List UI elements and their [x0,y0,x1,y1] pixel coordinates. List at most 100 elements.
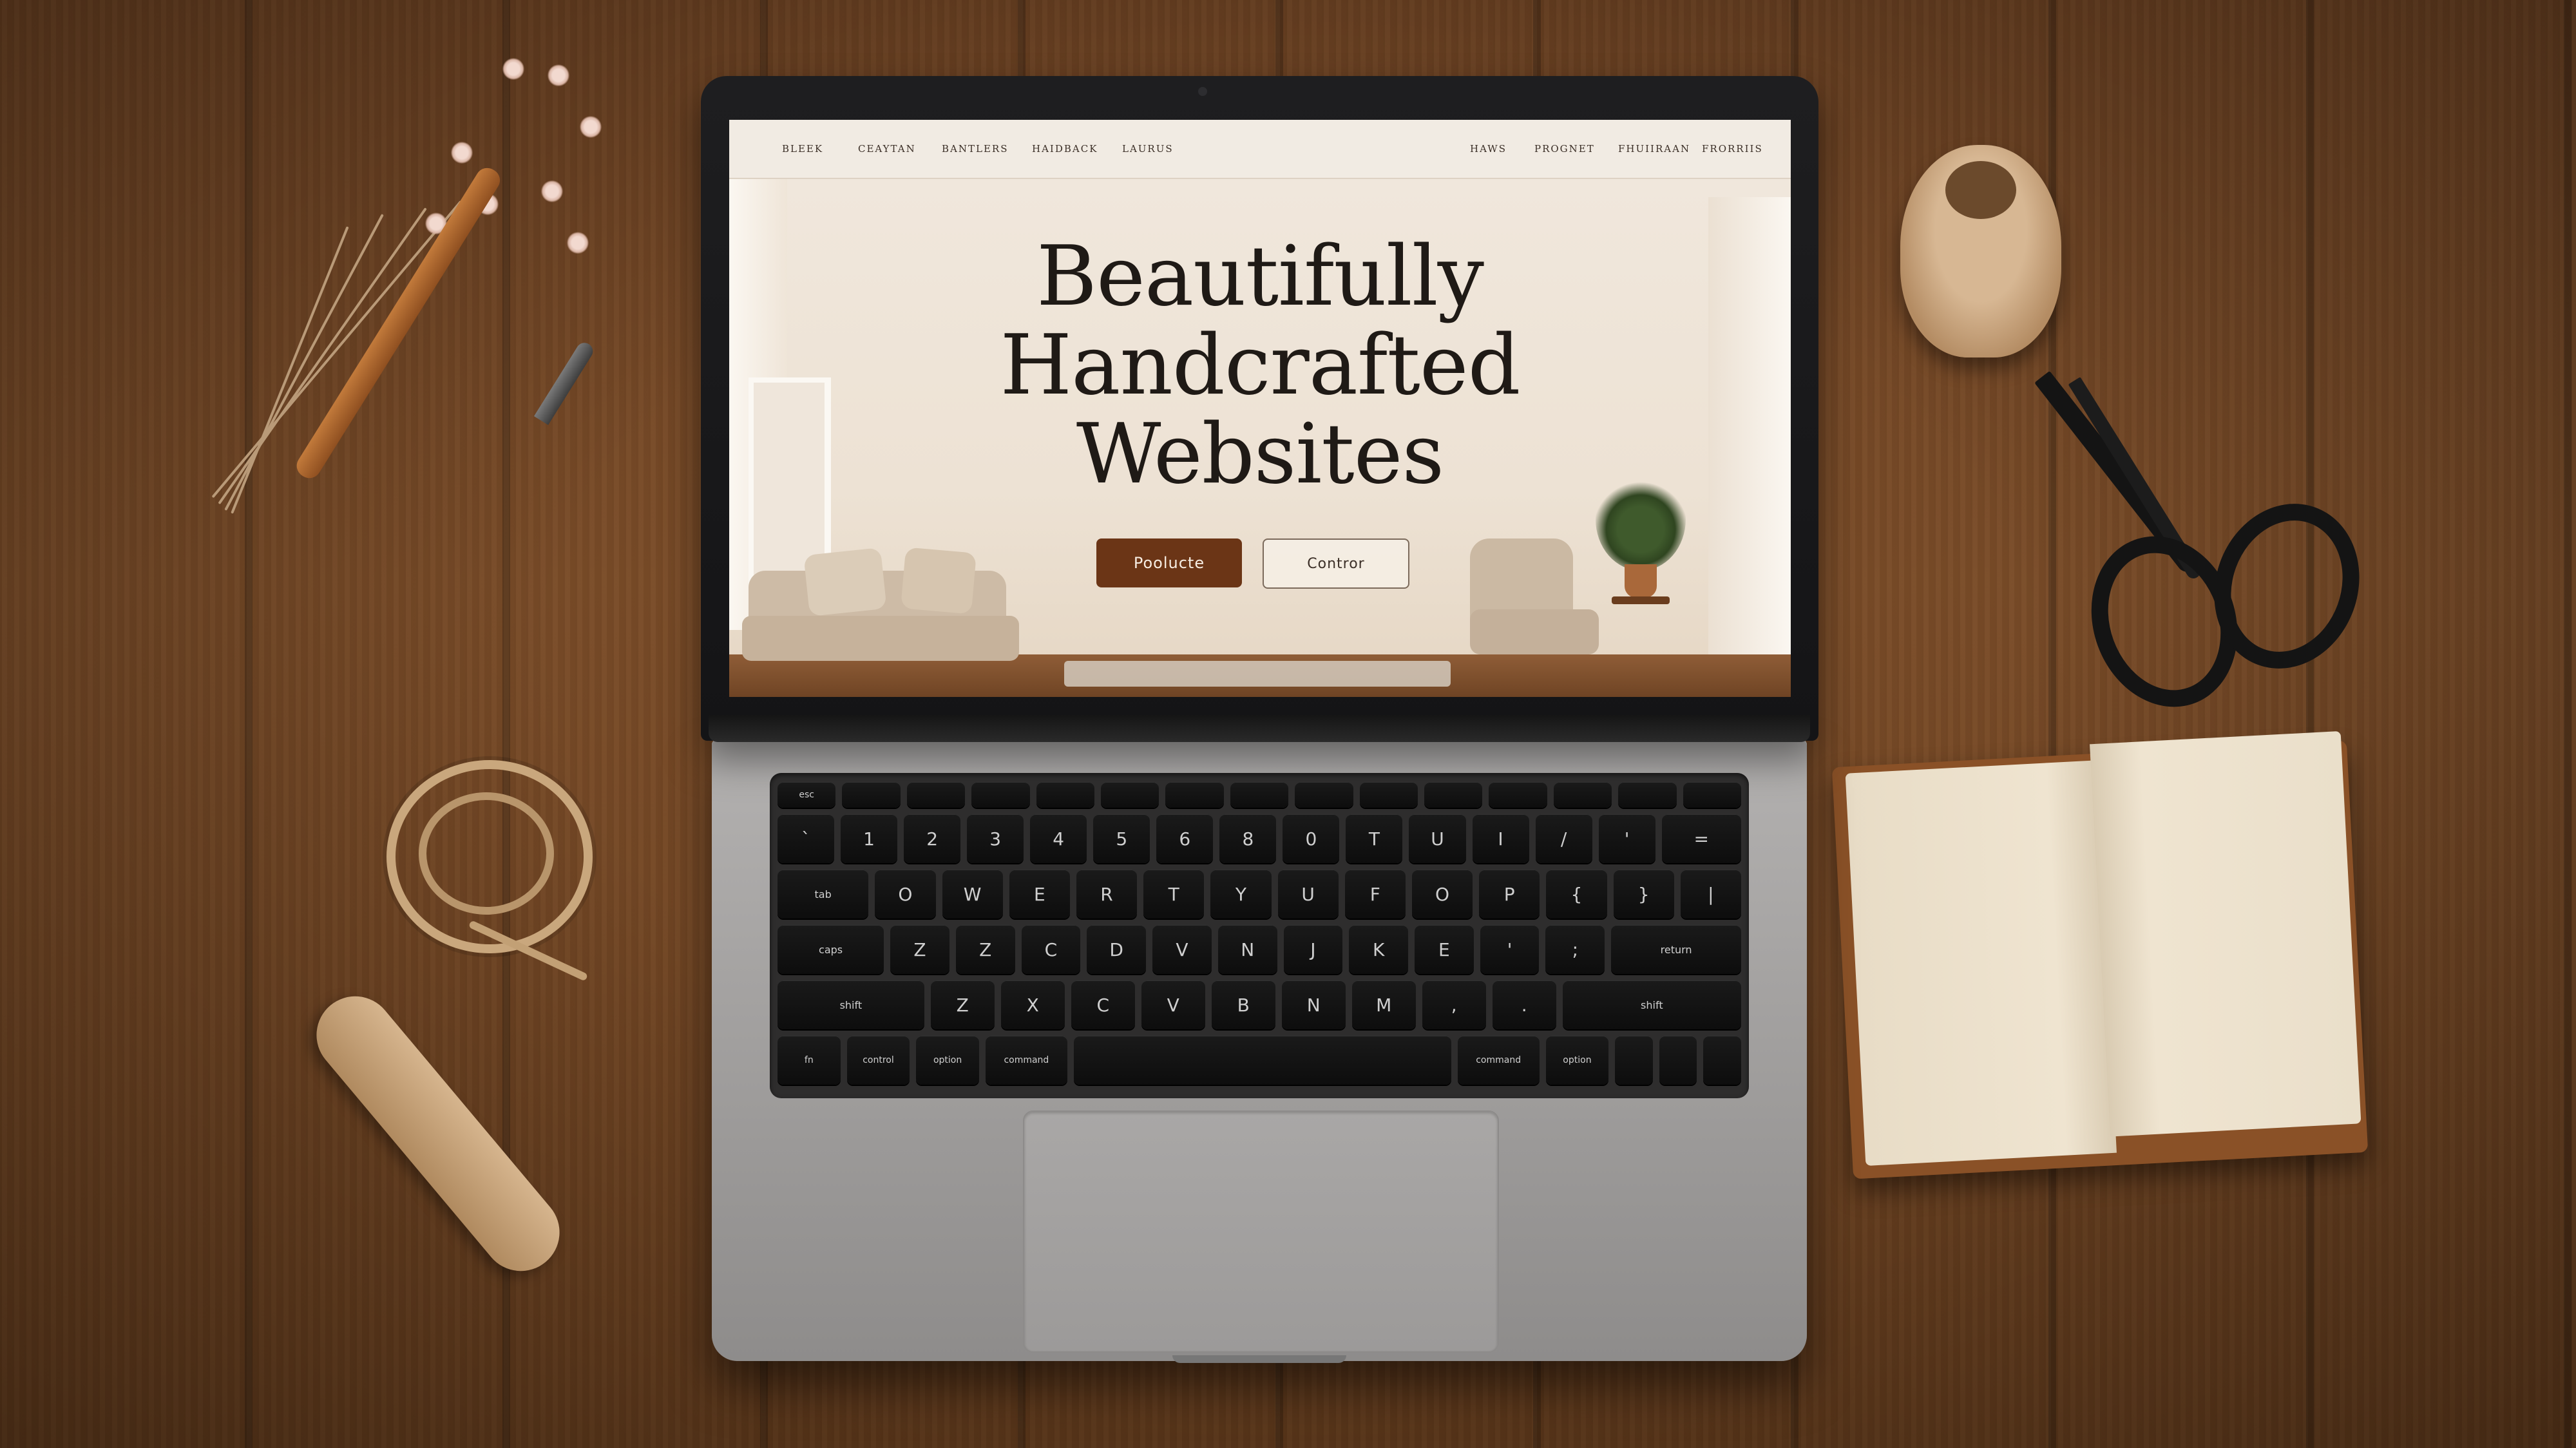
key[interactable]: Y [1210,870,1272,919]
key[interactable]: W [942,870,1003,919]
nav-link[interactable]: PROGNET [1534,143,1595,155]
keyboard-bottom-row: shift Z X C V B N M , . shift [778,980,1741,1029]
key[interactable] [1618,782,1677,808]
key[interactable]: option [1545,1036,1609,1085]
key[interactable] [906,782,966,808]
key[interactable]: 2 [904,814,961,863]
nav-link[interactable]: BLEEK [782,143,823,155]
key[interactable]: , [1422,980,1486,1029]
key[interactable]: J [1283,925,1343,974]
key[interactable] [1165,782,1224,808]
notebook-right-page [2090,731,2361,1137]
key[interactable]: shift [1562,980,1741,1029]
key[interactable]: return [1611,925,1742,974]
nav-link[interactable]: CEAYTAN [858,143,916,155]
nav-link[interactable]: FHUIIRAAN [1618,143,1690,155]
hero-pillow [901,547,977,614]
key[interactable]: V [1141,980,1205,1029]
key[interactable]: B [1211,980,1275,1029]
keyboard-modifier-row: fn control option command command option [778,1036,1741,1085]
key[interactable]: 6 [1156,814,1214,863]
key[interactable]: Z [955,925,1015,974]
key[interactable]: T [1143,870,1205,919]
key[interactable]: tab [778,870,869,919]
key[interactable]: Z [890,925,949,974]
secondary-cta-button[interactable]: Contror [1263,538,1409,589]
key[interactable]: O [1411,870,1473,919]
key[interactable]: C [1021,925,1081,974]
key[interactable] [842,782,901,808]
key[interactable]: control [846,1036,910,1085]
key[interactable]: D [1087,925,1147,974]
key[interactable]: ' [1480,925,1540,974]
key[interactable]: { [1546,870,1607,919]
keyboard: esc ` 1 2 3 4 5 6 8 0 T U I / ' = tab O … [770,773,1749,1098]
key[interactable]: shift [778,980,924,1029]
spacebar[interactable] [1073,1036,1451,1085]
hero-rug [1064,661,1451,687]
key[interactable]: N [1281,980,1346,1029]
key[interactable] [1424,782,1483,808]
paper-scroll [300,980,576,1287]
key[interactable] [1553,782,1612,808]
key[interactable]: Z [930,980,995,1029]
key[interactable]: 1 [841,814,898,863]
key[interactable]: V [1152,925,1212,974]
key[interactable]: E [1009,870,1070,919]
key[interactable]: M [1351,980,1416,1029]
key[interactable]: R [1076,870,1138,919]
key[interactable]: U [1277,870,1339,919]
key[interactable] [1489,782,1547,808]
key[interactable]: } [1613,870,1674,919]
arrow-left-key[interactable] [1615,1036,1653,1085]
key[interactable]: 5 [1093,814,1150,863]
key[interactable]: P [1479,870,1540,919]
nav-link[interactable]: LAURUS [1122,143,1174,155]
key[interactable]: 3 [967,814,1024,863]
key[interactable] [1101,782,1159,808]
nav-link[interactable]: FRORRIIS [1702,143,1763,155]
key[interactable]: I [1472,814,1529,863]
key[interactable]: | [1680,870,1741,919]
key[interactable] [971,782,1030,808]
key[interactable]: option [916,1036,979,1085]
trackpad[interactable] [1023,1110,1499,1353]
twine-ball-center [1945,161,2016,219]
key[interactable]: X [1000,980,1065,1029]
key[interactable]: T [1346,814,1403,863]
key[interactable]: ` [778,814,835,863]
key[interactable]: F [1344,870,1406,919]
key[interactable]: U [1409,814,1466,863]
key[interactable]: O [875,870,936,919]
key[interactable]: N [1217,925,1277,974]
key[interactable]: C [1071,980,1135,1029]
key[interactable]: fn [778,1036,841,1085]
key[interactable]: command [985,1036,1067,1085]
nav-link[interactable]: HAIDBACK [1032,143,1098,155]
key[interactable]: caps [778,925,884,974]
key[interactable] [1036,782,1095,808]
arrow-updown-key[interactable] [1659,1036,1697,1085]
key[interactable] [1230,782,1289,808]
arrow-right-key[interactable] [1703,1036,1741,1085]
key[interactable] [1359,782,1418,808]
key[interactable]: command [1457,1036,1540,1085]
key[interactable] [1295,782,1353,808]
key[interactable] [1683,782,1742,808]
key[interactable]: K [1349,925,1408,974]
pen-nib [533,339,596,425]
hero-armchair-seat [1470,609,1599,654]
key[interactable]: 8 [1219,814,1277,863]
key[interactable]: = [1661,814,1741,863]
key[interactable]: ; [1545,925,1605,974]
key[interactable]: E [1415,925,1474,974]
nav-link[interactable]: BANTLERS [942,143,1008,155]
key[interactable]: 0 [1283,814,1340,863]
key[interactable]: / [1535,814,1592,863]
primary-cta-button[interactable]: Poolucte [1096,538,1242,587]
key[interactable]: esc [778,782,836,808]
nav-link[interactable]: HAWS [1470,143,1507,155]
key[interactable]: . [1492,980,1556,1029]
key[interactable]: ' [1598,814,1655,863]
key[interactable]: 4 [1030,814,1087,863]
